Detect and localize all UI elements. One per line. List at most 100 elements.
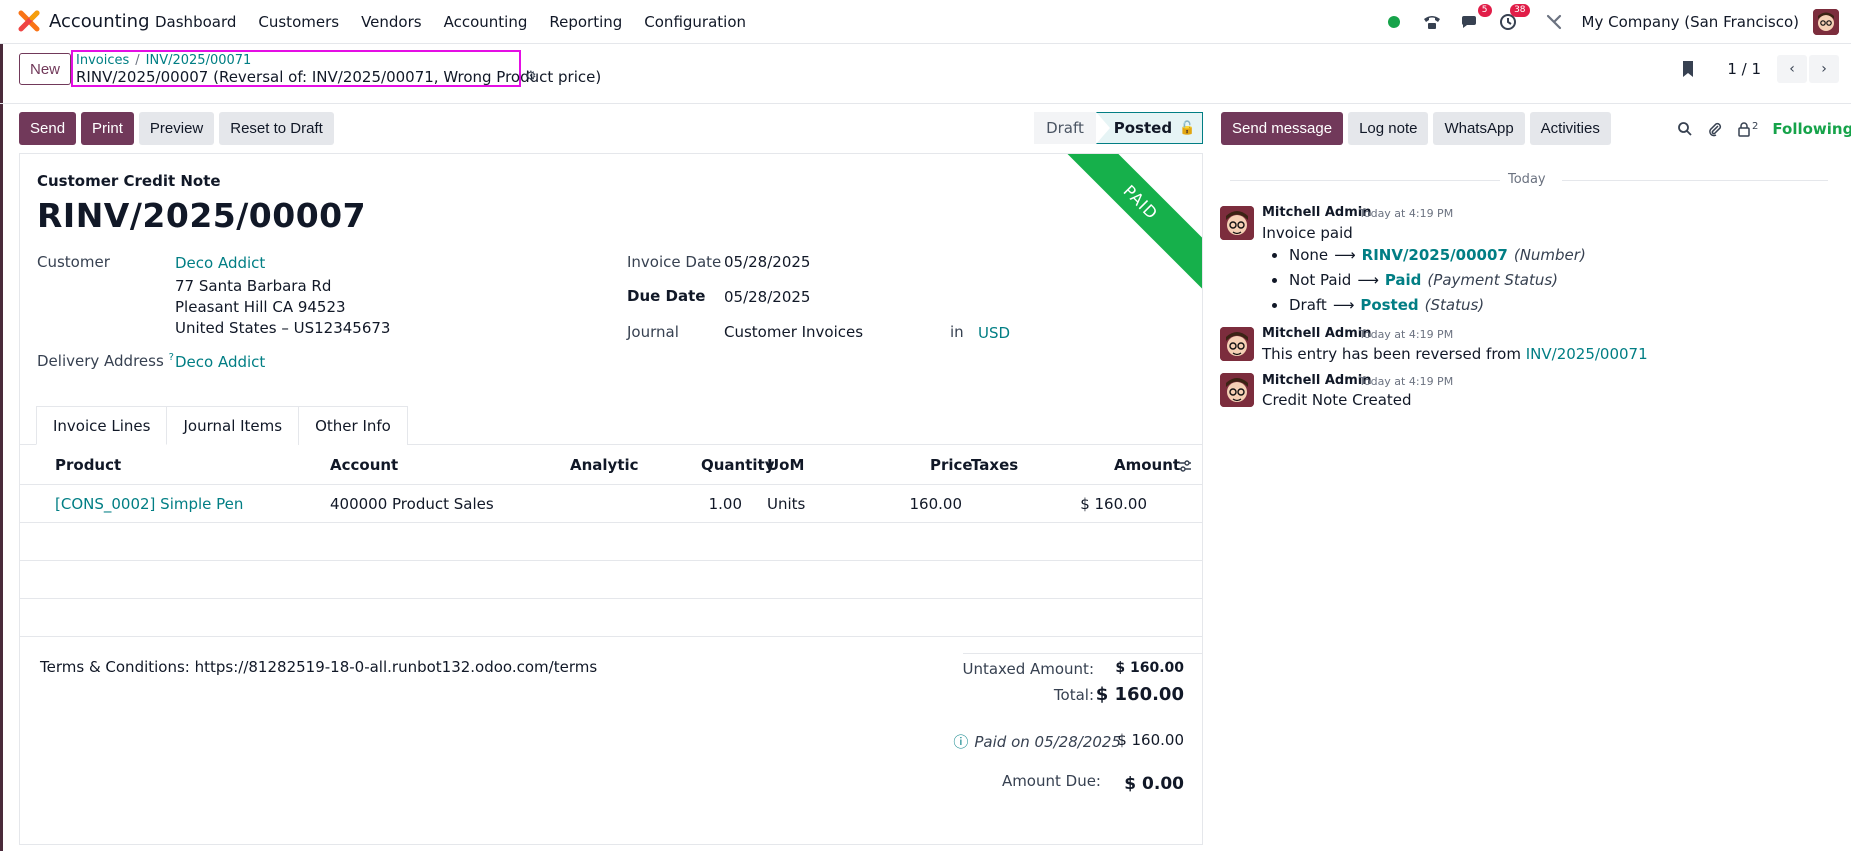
column-analytic[interactable]: Analytic bbox=[570, 456, 639, 474]
whatsapp-button[interactable]: WhatsApp bbox=[1433, 112, 1525, 145]
row-product[interactable]: [CONS_0002] Simple Pen bbox=[55, 495, 243, 513]
row-account[interactable]: 400000 Product Sales bbox=[330, 495, 494, 513]
total-value: $ 160.00 bbox=[1095, 684, 1184, 705]
bookmark-icon[interactable] bbox=[1681, 60, 1695, 78]
pager-next-button[interactable]: › bbox=[1809, 55, 1839, 83]
company-switcher[interactable]: My Company (San Francisco) bbox=[1582, 13, 1799, 31]
preview-button[interactable]: Preview bbox=[138, 112, 215, 145]
due-date-label: Due Date bbox=[627, 287, 706, 305]
gear-icon[interactable]: ⚙ bbox=[525, 69, 537, 84]
delivery-address-field[interactable]: Deco Addict bbox=[175, 353, 265, 371]
column-product[interactable]: Product bbox=[55, 456, 121, 474]
menu-reporting[interactable]: Reporting bbox=[549, 13, 622, 31]
author-avatar[interactable] bbox=[1220, 327, 1254, 361]
user-avatar[interactable] bbox=[1813, 9, 1839, 35]
in-label: in bbox=[950, 323, 964, 341]
accounting-app-icon[interactable] bbox=[18, 10, 40, 32]
print-button[interactable]: Print bbox=[81, 112, 134, 145]
breadcrumb: Invoices / INV/2025/00071 RINV/2025/00007 … bbox=[71, 50, 601, 87]
amount-due-label: Amount Due: bbox=[1001, 772, 1101, 790]
unlock-icon: 🔓 bbox=[1179, 120, 1196, 136]
pager-count[interactable]: 1 / 1 bbox=[1727, 60, 1761, 78]
row-amount[interactable]: $ 160.00 bbox=[1070, 495, 1147, 513]
message-author[interactable]: Mitchell Admin bbox=[1262, 373, 1371, 388]
paid-amount: $ 160.00 bbox=[1117, 731, 1184, 749]
paperclip-icon[interactable] bbox=[1707, 121, 1723, 137]
menu-accounting[interactable]: Accounting bbox=[444, 13, 528, 31]
menu-vendors[interactable]: Vendors bbox=[361, 13, 422, 31]
separator-line bbox=[1562, 180, 1828, 181]
message-author[interactable]: Mitchell Admin bbox=[1262, 326, 1371, 341]
breadcrumb-invoices[interactable]: Invoices bbox=[76, 53, 129, 68]
activities-button[interactable]: Activities bbox=[1529, 112, 1611, 145]
navbar-systray: 5 38 My Company (San Francisco) bbox=[1384, 0, 1851, 44]
journal-field[interactable]: Customer Invoices bbox=[724, 323, 863, 341]
reversed-from-link[interactable]: INV/2025/00071 bbox=[1526, 345, 1648, 363]
tracking-value: Draft ⟶ Posted (Status) bbox=[1272, 296, 1484, 314]
row-uom[interactable]: Units bbox=[767, 495, 805, 513]
empty-row bbox=[20, 599, 1202, 637]
reset-to-draft-button[interactable]: Reset to Draft bbox=[219, 112, 334, 145]
untaxed-amount-value: $ 160.00 bbox=[1115, 660, 1184, 676]
status-posted[interactable]: Posted 🔓 bbox=[1096, 112, 1203, 144]
row-price[interactable]: 160.00 bbox=[880, 495, 963, 513]
pager-previous-button[interactable]: ‹ bbox=[1777, 55, 1807, 83]
notebook-tabs: Invoice Lines Journal Items Other Info bbox=[36, 406, 408, 445]
payment-info[interactable]: ⓘ Paid on 05/28/2025 bbox=[900, 731, 1121, 752]
menu-dashboard[interactable]: Dashboard bbox=[155, 13, 236, 31]
column-taxes[interactable]: Taxes bbox=[971, 456, 1018, 474]
message-body: Invoice paid bbox=[1262, 224, 1353, 242]
menu-customers[interactable]: Customers bbox=[258, 13, 339, 31]
menu-configuration[interactable]: Configuration bbox=[644, 13, 746, 31]
info-icon[interactable]: ⓘ bbox=[953, 733, 968, 751]
author-avatar[interactable] bbox=[1220, 206, 1254, 240]
invoice-date-field[interactable]: 05/28/2025 bbox=[724, 253, 810, 271]
date-separator: Today bbox=[1230, 172, 1828, 188]
send-button[interactable]: Send bbox=[19, 112, 77, 145]
send-message-button[interactable]: Send message bbox=[1221, 112, 1344, 145]
top-navbar: Accounting Dashboard Customers Vendors A… bbox=[0, 0, 1851, 44]
column-quantity[interactable]: Quantity bbox=[701, 456, 775, 474]
phone-icon[interactable] bbox=[1422, 12, 1442, 32]
chevron-right-icon: › bbox=[1821, 61, 1827, 77]
tab-other-info[interactable]: Other Info bbox=[298, 406, 408, 445]
message-author[interactable]: Mitchell Admin bbox=[1262, 205, 1371, 220]
status-bar: Draft Posted 🔓 bbox=[1034, 112, 1203, 144]
messages-icon[interactable]: 5 bbox=[1460, 4, 1492, 32]
help-tooltip-icon[interactable]: ? bbox=[169, 352, 174, 363]
activities-clock-icon[interactable]: 38 bbox=[1498, 4, 1530, 32]
arrow-right-icon: ⟶ bbox=[1357, 271, 1379, 289]
journal-label: Journal bbox=[627, 323, 679, 341]
arrow-right-icon: ⟶ bbox=[1332, 296, 1355, 314]
tab-journal-items[interactable]: Journal Items bbox=[166, 406, 300, 445]
address-line-3: United States – US12345673 bbox=[175, 319, 391, 337]
followers-button[interactable]: 2 bbox=[1737, 121, 1758, 137]
search-icon[interactable] bbox=[1677, 121, 1693, 137]
customer-field[interactable]: Deco Addict bbox=[175, 254, 265, 272]
due-date-field[interactable]: 05/28/2025 bbox=[724, 288, 810, 306]
row-quantity[interactable]: 1.00 bbox=[700, 495, 742, 513]
paid-ribbon: PAID bbox=[1054, 154, 1202, 289]
table-row[interactable]: [CONS_0002] Simple Pen 400000 Product Sa… bbox=[20, 485, 1202, 523]
new-button[interactable]: New bbox=[19, 53, 72, 85]
following-button[interactable]: Following bbox=[1772, 120, 1851, 138]
currency-field[interactable]: USD bbox=[978, 324, 1010, 342]
log-note-button[interactable]: Log note bbox=[1348, 112, 1429, 145]
status-draft[interactable]: Draft bbox=[1034, 112, 1096, 144]
terms-conditions[interactable]: Terms & Conditions: https://81282519-18-… bbox=[40, 658, 597, 676]
presence-dot-icon bbox=[1384, 12, 1404, 32]
amount-due-value: $ 0.00 bbox=[1124, 774, 1184, 794]
invoice-date-label: Invoice Date bbox=[627, 253, 722, 271]
form-action-buttons: Send Print Preview Reset to Draft bbox=[19, 112, 334, 145]
column-amount[interactable]: Amount bbox=[1114, 456, 1180, 474]
breadcrumb-invoice[interactable]: INV/2025/00071 bbox=[146, 53, 252, 68]
column-price[interactable]: Price bbox=[930, 456, 973, 474]
tab-invoice-lines[interactable]: Invoice Lines bbox=[36, 406, 168, 445]
app-name[interactable]: Accounting bbox=[49, 11, 150, 32]
control-panel: New Invoices / INV/2025/00071 RINV/2025/00… bbox=[0, 44, 1851, 104]
author-avatar[interactable] bbox=[1220, 373, 1254, 407]
column-account[interactable]: Account bbox=[330, 456, 398, 474]
column-uom[interactable]: UoM bbox=[767, 456, 804, 474]
debug-tools-icon[interactable] bbox=[1544, 12, 1564, 32]
column-settings-icon[interactable] bbox=[1178, 459, 1192, 473]
